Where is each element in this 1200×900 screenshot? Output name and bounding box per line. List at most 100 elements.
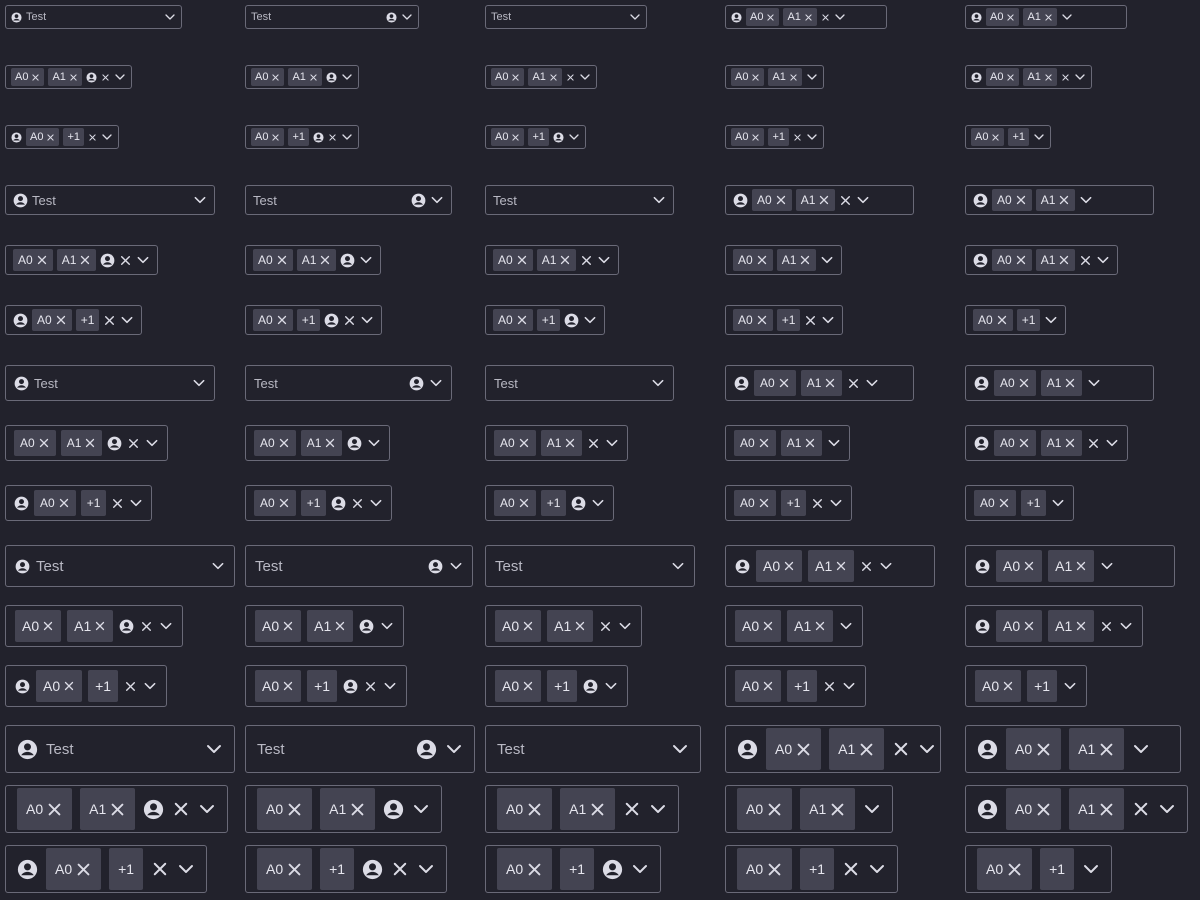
- chevron-down-icon[interactable]: [1100, 559, 1114, 573]
- chip[interactable]: A0: [735, 610, 782, 642]
- close-icon[interactable]: [804, 437, 816, 449]
- chevron-down-icon[interactable]: [1158, 800, 1176, 818]
- select-1[interactable]: Test: [5, 185, 215, 215]
- select-1[interactable]: Test: [5, 725, 235, 773]
- chip[interactable]: A0: [46, 848, 102, 890]
- close-icon[interactable]: [516, 314, 528, 326]
- chevron-down-icon[interactable]: [341, 131, 353, 143]
- chevron-down-icon[interactable]: [380, 619, 394, 633]
- select-3[interactable]: A0 +1: [485, 845, 662, 893]
- chevron-down-icon[interactable]: [341, 71, 353, 83]
- select-4[interactable]: A0 +1: [725, 845, 899, 893]
- close-icon[interactable]: [860, 560, 873, 573]
- close-icon[interactable]: [996, 314, 1008, 326]
- close-icon[interactable]: [799, 254, 811, 266]
- close-icon[interactable]: [522, 680, 534, 692]
- chip[interactable]: A1: [768, 68, 802, 86]
- select-2[interactable]: Test: [245, 365, 452, 401]
- chip[interactable]: A0: [17, 788, 73, 830]
- select-3[interactable]: A0 +1: [485, 305, 606, 335]
- select-3[interactable]: A0 A1: [485, 65, 597, 89]
- close-icon[interactable]: [79, 254, 91, 266]
- chevron-down-icon[interactable]: [369, 496, 383, 510]
- chevron-down-icon[interactable]: [193, 193, 207, 207]
- chip[interactable]: A1: [1048, 550, 1095, 582]
- chevron-down-icon[interactable]: [1074, 71, 1086, 83]
- close-icon[interactable]: [349, 801, 366, 818]
- chevron-down-icon[interactable]: [417, 860, 435, 878]
- select-2[interactable]: A0 A1: [245, 605, 405, 647]
- chip[interactable]: A0: [1006, 788, 1062, 830]
- close-icon[interactable]: [69, 73, 78, 82]
- close-icon[interactable]: [319, 254, 331, 266]
- chip[interactable]: A1: [1023, 8, 1057, 26]
- chevron-down-icon[interactable]: [101, 131, 113, 143]
- chevron-down-icon[interactable]: [1061, 11, 1073, 23]
- chip[interactable]: A0: [733, 309, 773, 331]
- chip[interactable]: A0: [497, 848, 553, 890]
- select-5[interactable]: A0 A1: [965, 725, 1181, 773]
- chip[interactable]: A0: [254, 490, 296, 516]
- close-icon[interactable]: [140, 620, 153, 633]
- close-icon[interactable]: [282, 680, 294, 692]
- chip[interactable]: A0: [255, 670, 302, 702]
- chip[interactable]: A0: [251, 68, 285, 86]
- chevron-down-icon[interactable]: [205, 740, 223, 758]
- chip[interactable]: A0: [735, 670, 782, 702]
- chevron-down-icon[interactable]: [618, 619, 632, 633]
- select-4[interactable]: A0 +1: [725, 665, 867, 707]
- close-icon[interactable]: [758, 437, 770, 449]
- chip[interactable]: A0: [992, 249, 1032, 271]
- chip[interactable]: A0: [257, 788, 313, 830]
- close-icon[interactable]: [762, 680, 774, 692]
- close-icon[interactable]: [324, 437, 336, 449]
- chip[interactable]: A0: [494, 490, 536, 516]
- close-icon[interactable]: [1015, 254, 1027, 266]
- close-icon[interactable]: [580, 254, 593, 267]
- select-4[interactable]: A0 A1: [725, 785, 894, 833]
- chip[interactable]: A1: [795, 189, 836, 211]
- close-icon[interactable]: [75, 861, 92, 878]
- chevron-down-icon[interactable]: [604, 679, 618, 693]
- select-3[interactable]: Test: [485, 5, 647, 29]
- chip[interactable]: A0: [1006, 728, 1062, 770]
- select-5[interactable]: A0 +1: [965, 485, 1075, 521]
- chip[interactable]: A1: [1048, 610, 1095, 642]
- chevron-down-icon[interactable]: [842, 679, 856, 693]
- chip[interactable]: A0: [13, 249, 53, 271]
- select-1[interactable]: A0 A1: [5, 245, 159, 275]
- chevron-down-icon[interactable]: [868, 860, 886, 878]
- chip[interactable]: A0: [497, 788, 553, 830]
- chevron-down-icon[interactable]: [401, 11, 413, 23]
- close-icon[interactable]: [364, 680, 377, 693]
- chip[interactable]: A0: [977, 848, 1033, 890]
- chevron-down-icon[interactable]: [129, 496, 143, 510]
- select-3[interactable]: Test: [485, 725, 701, 773]
- select-4[interactable]: A0 A1: [725, 245, 843, 275]
- chip[interactable]: A1: [776, 249, 817, 271]
- close-icon[interactable]: [574, 620, 586, 632]
- chip[interactable]: A1: [288, 68, 322, 86]
- chip[interactable]: A0: [737, 848, 793, 890]
- chip[interactable]: A0: [974, 490, 1016, 516]
- close-icon[interactable]: [1015, 194, 1027, 206]
- select-5[interactable]: A0 A1: [965, 5, 1127, 29]
- chip[interactable]: A1: [829, 728, 885, 770]
- close-icon[interactable]: [623, 800, 641, 818]
- close-icon[interactable]: [559, 254, 571, 266]
- chip[interactable]: A1: [1040, 430, 1083, 456]
- close-icon[interactable]: [1087, 437, 1100, 450]
- select-2[interactable]: Test: [245, 545, 473, 587]
- close-icon[interactable]: [793, 133, 802, 142]
- select-5[interactable]: A0 +1: [965, 665, 1088, 707]
- close-icon[interactable]: [271, 73, 280, 82]
- select-1[interactable]: A0 A1: [5, 605, 184, 647]
- close-icon[interactable]: [766, 861, 783, 878]
- close-icon[interactable]: [278, 437, 290, 449]
- chevron-down-icon[interactable]: [143, 679, 157, 693]
- close-icon[interactable]: [286, 801, 303, 818]
- chip[interactable]: A0: [731, 128, 765, 146]
- select-4[interactable]: A0 A1: [725, 365, 914, 401]
- close-icon[interactable]: [516, 254, 528, 266]
- chevron-down-icon[interactable]: [834, 11, 846, 23]
